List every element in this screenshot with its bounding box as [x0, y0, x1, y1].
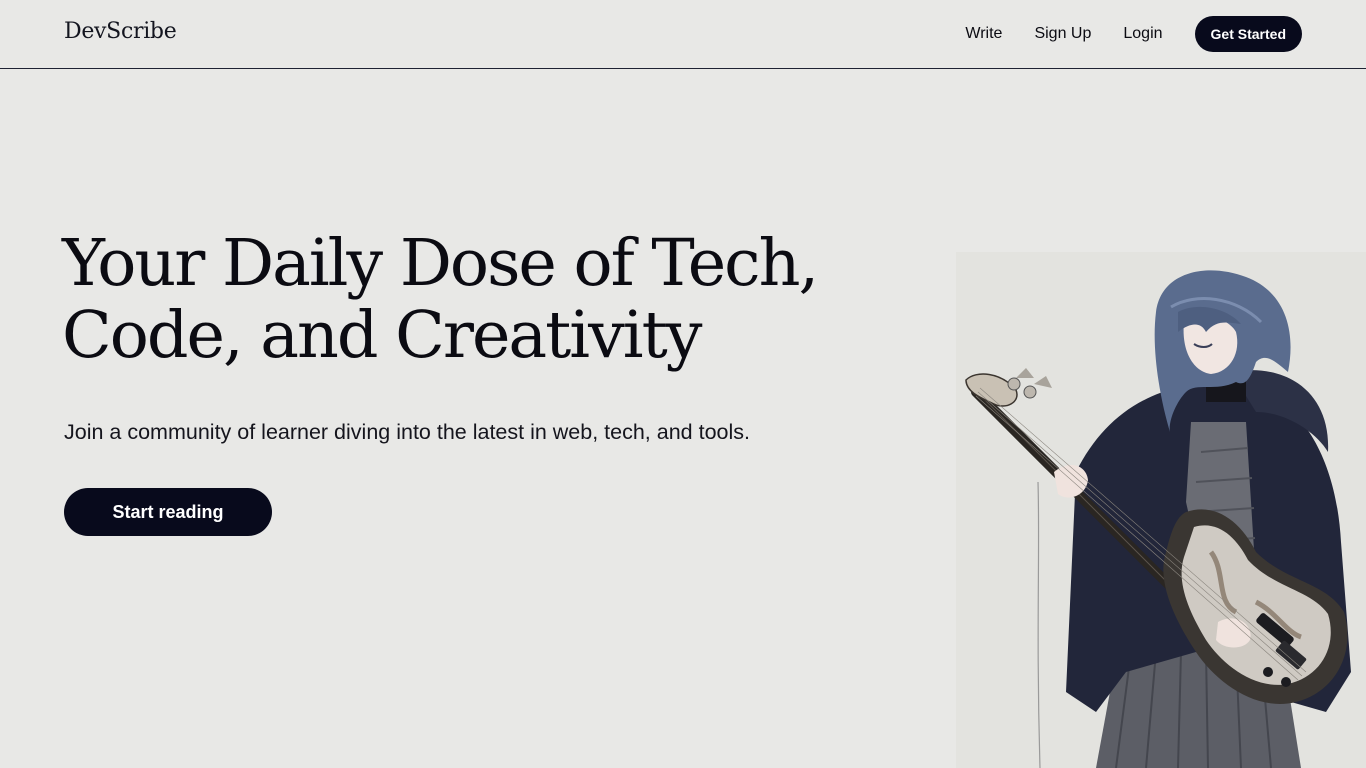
- site-logo[interactable]: DevScribe: [64, 19, 177, 44]
- get-started-button[interactable]: Get Started: [1194, 16, 1302, 52]
- hero-title: Your Daily Dose of Tech, Code, and Creat…: [62, 228, 922, 372]
- nav-signup-link[interactable]: Sign Up: [1034, 25, 1091, 43]
- hero-title-line-2: Code, and Creativity: [62, 298, 702, 373]
- nav-login-link[interactable]: Login: [1123, 25, 1162, 43]
- hero-illustration: [956, 252, 1366, 768]
- bass-guitar-girl-illustration: [956, 252, 1366, 768]
- top-navbar: DevScribe Write Sign Up Login Get Starte…: [0, 0, 1366, 69]
- start-reading-button[interactable]: Start reading: [64, 488, 272, 536]
- nav-links: Write Sign Up Login Get Started: [965, 16, 1302, 52]
- hero-title-line-1: Your Daily Dose of Tech,: [62, 226, 819, 301]
- nav-write-link[interactable]: Write: [965, 25, 1002, 43]
- hero-subtitle: Join a community of learner diving into …: [64, 420, 750, 444]
